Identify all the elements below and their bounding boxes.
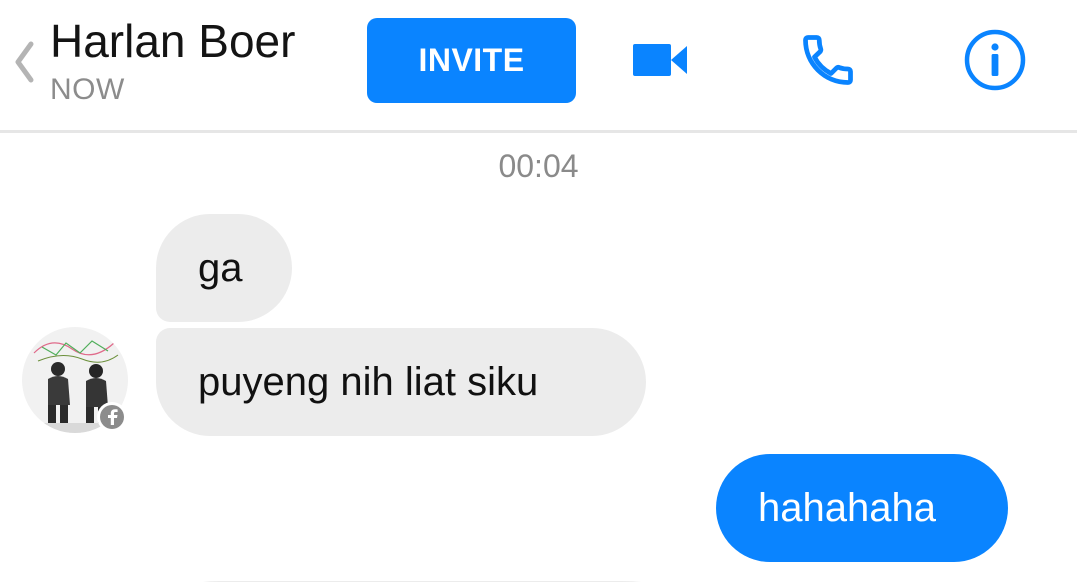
messenger-chat-screen: Harlan Boer NOW INVITE 00:04 ga puyeng n… <box>0 0 1077 582</box>
conversation-info-button[interactable] <box>963 28 1027 92</box>
message-text: hahahaha <box>758 486 936 530</box>
facebook-badge-icon <box>97 402 127 432</box>
next-message-row-cutoff <box>0 572 1077 582</box>
incoming-message-bubble[interactable]: ga <box>156 214 292 322</box>
phone-icon <box>803 35 853 85</box>
message-text: ga <box>198 246 243 290</box>
back-button[interactable] <box>6 38 42 86</box>
video-call-button[interactable] <box>628 28 692 92</box>
contact-status: NOW <box>50 73 125 106</box>
message-timestamp: 00:04 <box>498 148 579 184</box>
incoming-message-bubble[interactable]: puyeng nih liat siku <box>156 328 646 436</box>
outgoing-message-bubble[interactable]: hahahaha <box>716 454 1008 562</box>
contact-name[interactable]: Harlan Boer <box>50 14 295 68</box>
info-icon <box>964 29 1026 91</box>
video-camera-icon <box>633 44 687 76</box>
message-text: puyeng nih liat siku <box>198 360 539 404</box>
contact-avatar[interactable] <box>22 325 132 435</box>
chat-header: Harlan Boer NOW INVITE <box>0 0 1077 133</box>
invite-button[interactable]: INVITE <box>367 18 576 103</box>
chevron-left-icon <box>15 41 34 83</box>
voice-call-button[interactable] <box>796 28 860 92</box>
